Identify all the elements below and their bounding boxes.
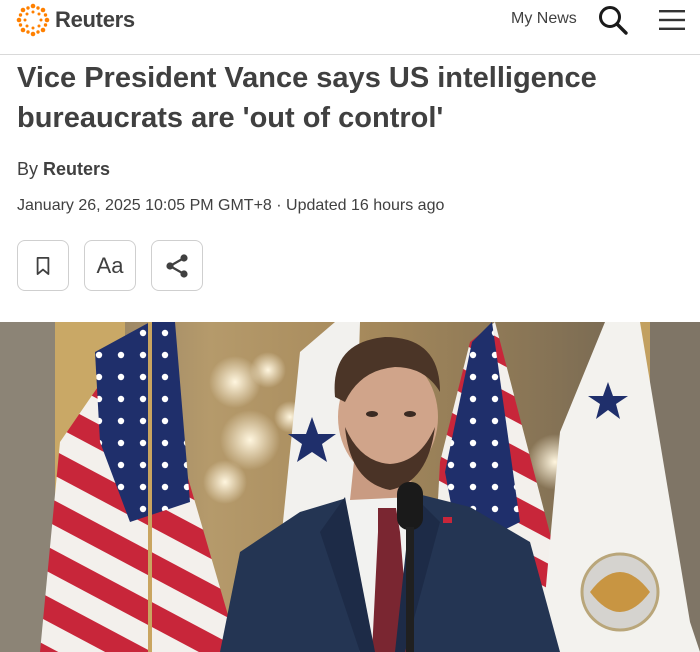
dateline: January 26, 2025 10:05 PM GMT+8 · Update… <box>17 197 445 214</box>
bookmark-button[interactable] <box>17 240 69 291</box>
logo-wordmark: Reuters <box>55 7 135 32</box>
menu-button[interactable] <box>658 8 686 32</box>
share-icon <box>166 253 188 278</box>
my-news-link[interactable]: My News <box>511 10 577 28</box>
article-headline: Vice President Vance says US intelligenc… <box>17 62 597 134</box>
site-header: Reuters My News <box>0 0 700 55</box>
reuters-logo-icon <box>16 3 50 37</box>
search-button[interactable] <box>597 4 629 36</box>
search-icon <box>599 6 628 35</box>
byline: By Reuters <box>17 159 110 180</box>
byline-prefix: By <box>17 159 39 179</box>
text-size-button[interactable]: Aa <box>84 240 136 291</box>
byline-author[interactable]: Reuters <box>43 159 110 179</box>
bookmark-icon <box>36 256 50 275</box>
lead-photo-image <box>0 322 700 652</box>
text-size-label: Aa <box>96 252 124 278</box>
reuters-logo[interactable]: Reuters <box>16 3 135 37</box>
share-button[interactable] <box>151 240 203 291</box>
article-lead-photo <box>0 322 700 652</box>
hamburger-menu-icon <box>659 10 685 30</box>
